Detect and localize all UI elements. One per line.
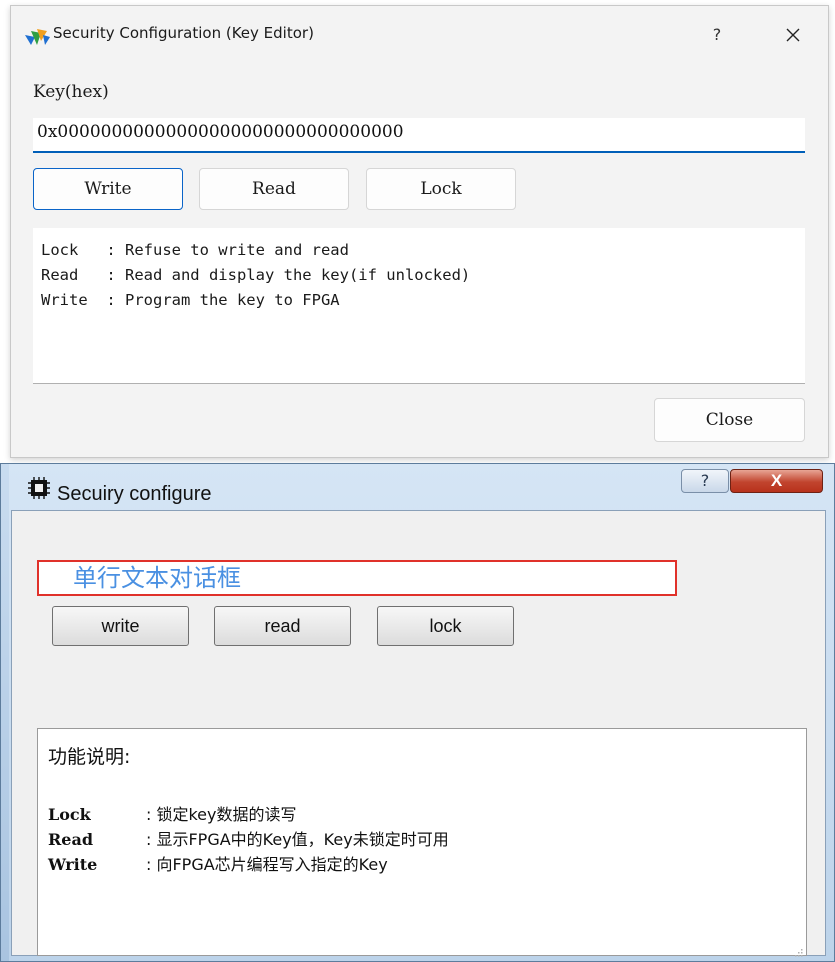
resize-grip-icon[interactable]	[793, 942, 803, 957]
description-value: : 向FPGA芯片编程写入指定的Key	[146, 855, 388, 874]
chip-icon	[28, 477, 50, 499]
window-title: Secuiry configure	[57, 483, 212, 505]
description-value: : 锁定key数据的读写	[146, 805, 297, 824]
description-key: Write	[48, 855, 98, 874]
help-line: Lock : Refuse to write and read	[41, 241, 349, 259]
lock-button[interactable]: Lock	[366, 168, 516, 210]
write-button[interactable]: Write	[33, 168, 183, 210]
window-title: Security Configuration (Key Editor)	[53, 24, 314, 42]
help-text-panel: Lock : Refuse to write and read Read : Re…	[33, 228, 805, 384]
description-key: Lock	[48, 805, 91, 824]
help-button[interactable]: ?	[681, 469, 729, 493]
single-line-text-input[interactable]: 单行文本对话框	[37, 560, 677, 596]
help-line: Read : Read and display the key(if unloc…	[41, 266, 471, 284]
help-button[interactable]: ?	[697, 18, 737, 52]
read-button[interactable]: Read	[199, 168, 349, 210]
key-editor-dialog: Security Configuration (Key Editor) ? Ke…	[10, 5, 829, 458]
secuiry-configure-dialog: Secuiry configure ? X 单行文本对话框 write read…	[0, 463, 835, 962]
description-row: Lock : 锁定key数据的读写	[48, 801, 297, 825]
lock-button[interactable]: lock	[377, 606, 514, 646]
app-logo-icon	[23, 25, 51, 49]
help-line: Write : Program the key to FPGA	[41, 291, 340, 309]
function-description-panel: 功能说明: Lock : 锁定key数据的读写 Read : 显示FPGA中的Key…	[37, 728, 807, 957]
write-button[interactable]: write	[52, 606, 189, 646]
window-frame	[1, 464, 9, 961]
description-key: Read	[48, 830, 94, 849]
close-icon[interactable]	[771, 18, 815, 52]
title-bar[interactable]: Security Configuration (Key Editor) ?	[11, 6, 828, 58]
close-button[interactable]: X	[730, 469, 823, 493]
close-button[interactable]: Close	[654, 398, 805, 442]
read-button[interactable]: read	[214, 606, 351, 646]
key-hex-input[interactable]: 0x00000000000000000000000000000000	[33, 118, 805, 153]
key-label: Key(hex)	[33, 82, 109, 102]
description-row: Read : 显示FPGA中的Key值，Key未锁定时可用	[48, 826, 449, 850]
description-value: : 显示FPGA中的Key值，Key未锁定时可用	[146, 830, 449, 849]
description-title: 功能说明:	[48, 746, 131, 768]
description-row: Write : 向FPGA芯片编程写入指定的Key	[48, 851, 388, 875]
